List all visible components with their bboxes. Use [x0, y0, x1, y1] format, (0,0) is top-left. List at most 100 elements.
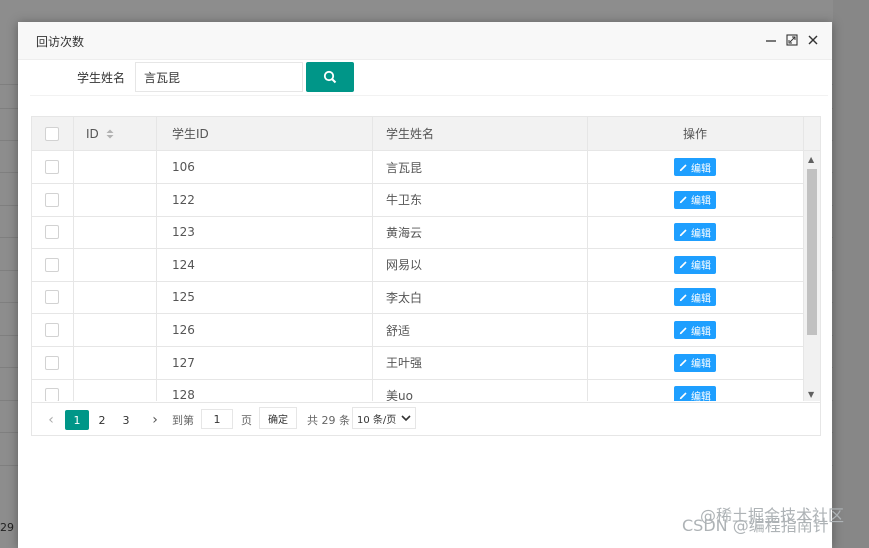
edit-button[interactable]: 编辑 — [674, 288, 716, 307]
row-select-cell — [45, 314, 59, 346]
pencil-icon — [679, 196, 687, 204]
row-student-id: 123 — [172, 225, 195, 240]
row-action-cell: 编辑 — [587, 314, 803, 346]
edit-label: 编辑 — [691, 228, 711, 240]
row-action-cell: 编辑 — [587, 347, 803, 379]
edit-button[interactable]: 编辑 — [674, 223, 716, 242]
pencil-icon — [679, 261, 687, 269]
row-student-name: 王叶强 — [386, 356, 423, 371]
row-student-name: 李太白 — [386, 290, 423, 305]
search-button[interactable] — [306, 62, 354, 92]
chevron-down-icon — [401, 415, 411, 422]
page-2[interactable]: 2 — [90, 410, 114, 430]
table-scrollbar[interactable]: ▲ ▼ — [803, 151, 820, 401]
edit-label: 编辑 — [691, 163, 711, 175]
close-button[interactable] — [804, 31, 822, 49]
edit-button[interactable]: 编辑 — [674, 353, 716, 372]
row-student-id: 124 — [172, 257, 195, 272]
search-icon — [323, 70, 337, 84]
scroll-up-arrow-icon[interactable]: ▲ — [808, 155, 814, 164]
student-name-input[interactable] — [135, 62, 303, 92]
header-id-label: ID — [86, 126, 99, 141]
row-checkbox[interactable] — [45, 192, 59, 207]
header-student-name: 学生姓名 — [386, 127, 435, 141]
row-select-cell — [45, 216, 59, 248]
header-student-id: 学生ID — [172, 127, 209, 141]
row-select-cell — [45, 249, 59, 281]
watermark-line-2: CSDN @编程指南针 — [682, 516, 829, 535]
goto-confirm-button[interactable]: 确定 — [259, 407, 297, 429]
maximize-button[interactable] — [783, 31, 801, 49]
page-3[interactable]: 3 — [114, 410, 138, 430]
edit-button[interactable]: 编辑 — [674, 321, 716, 339]
page-size-value: 10 条/页 — [357, 414, 397, 426]
row-action-cell: 编辑 — [587, 151, 803, 183]
row-checkbox[interactable] — [45, 290, 59, 305]
edit-label: 编辑 — [691, 326, 711, 338]
row-checkbox[interactable] — [45, 323, 59, 337]
maximize-icon — [786, 34, 798, 46]
edit-label: 编辑 — [691, 359, 711, 371]
table-header: ID 学生ID 学生姓名 操作 — [32, 117, 820, 151]
bg-right-strip — [833, 0, 869, 548]
total-count: 共 29 条 — [307, 414, 350, 427]
select-all-cell — [45, 117, 59, 150]
select-all-checkbox[interactable] — [45, 126, 59, 141]
edit-button[interactable]: 编辑 — [674, 190, 716, 209]
row-student-name: 言瓦昆 — [386, 160, 423, 175]
minimize-button[interactable] — [762, 31, 780, 49]
row-student-name: 牛卫东 — [386, 193, 423, 208]
page-size-select[interactable]: 10 条/页 — [352, 407, 416, 429]
row-checkbox[interactable] — [45, 355, 59, 370]
header-action: 操作 — [682, 127, 707, 141]
row-student-id: 127 — [172, 355, 195, 370]
row-student-name: 舒适 — [386, 323, 411, 338]
edit-label: 编辑 — [691, 261, 711, 273]
row-checkbox[interactable] — [45, 257, 59, 272]
table-row: 123 黄海云 编辑 — [32, 216, 803, 250]
scroll-down-arrow-icon[interactable]: ▼ — [808, 390, 814, 399]
row-student-id: 126 — [172, 323, 195, 337]
header-id[interactable]: ID — [86, 117, 114, 150]
row-student-name: 美uo — [386, 388, 413, 401]
prev-page-icon[interactable]: ‹ — [44, 410, 58, 430]
dialog-title: 回访次数 — [36, 35, 85, 49]
visit-count-dialog: 回访次数 学生姓名 言瓦昆 ID 学生ID 学生姓名 操作 106 言瓦昆 编辑… — [18, 22, 832, 548]
edit-button[interactable]: 编辑 — [674, 255, 716, 274]
row-checkbox[interactable] — [45, 160, 59, 174]
row-select-cell — [45, 347, 59, 379]
row-action-cell: 编辑 — [587, 249, 803, 281]
pencil-icon — [679, 229, 687, 236]
table-row: 125 李太白 编辑 — [32, 281, 803, 315]
row-student-name: 网易以 — [386, 258, 423, 273]
row-checkbox[interactable] — [45, 225, 59, 240]
pagination: ‹ 1 2 3 › 到第 页 确定 共 29 条 10 条/页 — [32, 402, 820, 435]
row-checkbox[interactable] — [45, 388, 59, 401]
row-student-name: 黄海云 — [386, 225, 423, 240]
page-1[interactable]: 1 — [65, 410, 89, 430]
edit-label: 编辑 — [691, 196, 711, 208]
pencil-icon — [679, 359, 687, 367]
edit-label: 编辑 — [691, 391, 711, 401]
row-student-id: 128 — [172, 388, 195, 401]
row-student-id: 125 — [172, 290, 195, 305]
search-divider — [30, 95, 828, 96]
pencil-icon — [679, 294, 687, 302]
table-row: 124 网易以 编辑 — [32, 248, 803, 282]
edit-button[interactable]: 编辑 — [674, 158, 716, 176]
row-action-cell: 编辑 — [587, 281, 803, 313]
edit-button[interactable]: 编辑 — [674, 386, 716, 401]
pencil-icon — [679, 326, 687, 334]
minimize-icon — [766, 40, 776, 42]
pencil-icon — [679, 163, 687, 171]
scrollbar-thumb[interactable] — [807, 169, 817, 335]
row-action-cell: 编辑 — [587, 216, 803, 248]
goto-page-input[interactable] — [201, 409, 233, 429]
table-row: 122 牛卫东 编辑 — [32, 183, 803, 217]
next-page-icon[interactable]: › — [148, 410, 162, 430]
row-select-cell — [45, 281, 59, 313]
row-action-cell: 编辑 — [587, 184, 803, 216]
sort-icon — [106, 129, 114, 138]
close-icon — [808, 35, 818, 45]
row-action-cell: 编辑 — [587, 379, 803, 401]
